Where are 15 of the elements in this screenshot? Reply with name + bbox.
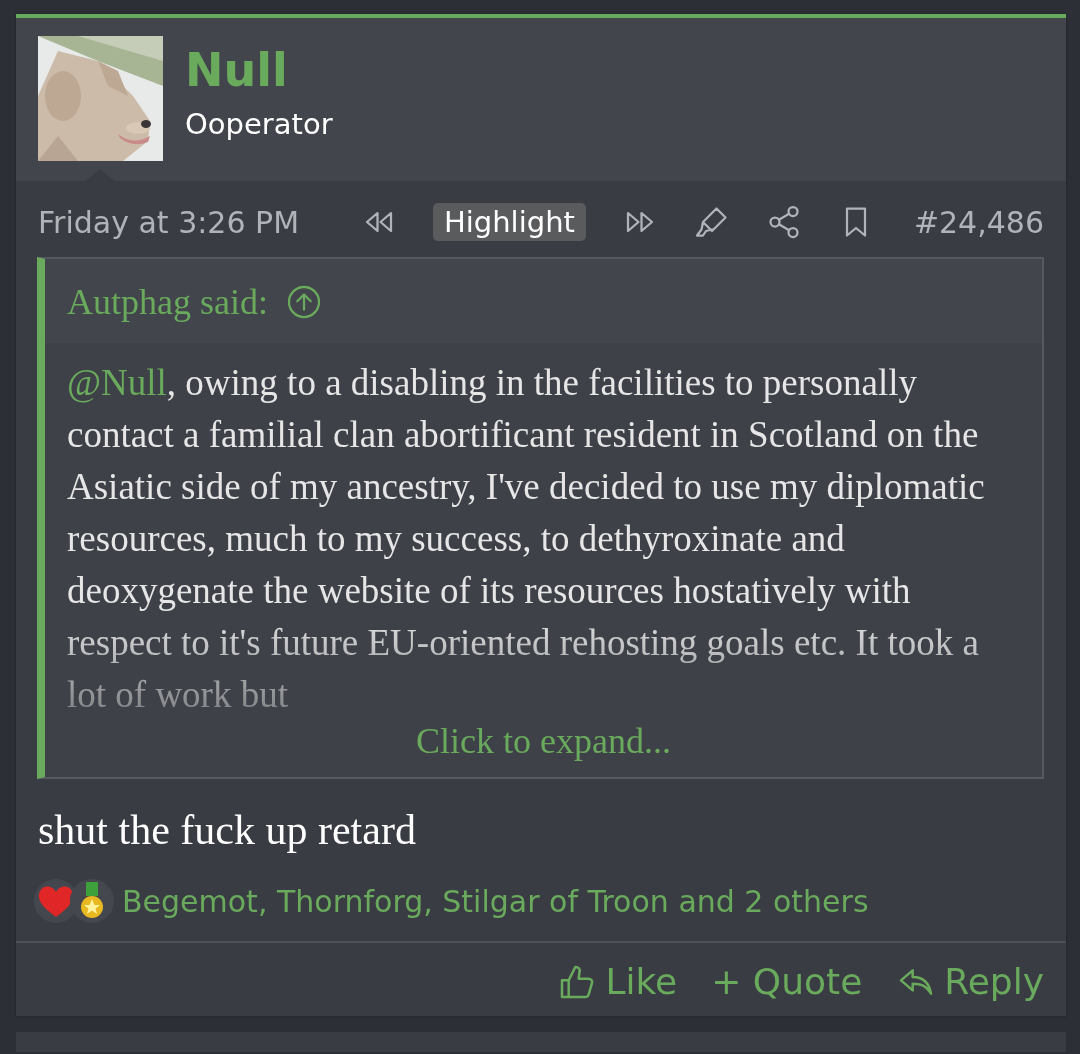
author-name[interactable]: Null	[185, 42, 333, 98]
quote-text: @Null, owing to a disabling in the facilities to personally contact a familial clan abortificant resident in Scotland on the Asiatic side of my ancestry, I've decided to use my diplomatic resources, much to my success, to dethyroxinate and deoxygenate the website of its resources hostatively with respect to it's future EU-oriented rehosting goals etc. It took a lot of work but	[67, 361, 986, 717]
quote-button[interactable]: + Quote	[711, 961, 863, 1002]
marker-icon[interactable]	[693, 204, 730, 240]
quote-attribution[interactable]: Autphag said:	[67, 281, 268, 323]
reaction-list[interactable]: Begemot, Thornforg, Stilgar of Troon and 2 others	[122, 883, 869, 919]
post-number[interactable]: #24,486	[913, 204, 1044, 240]
mention-link[interactable]: @Null	[67, 362, 167, 403]
highlight-button[interactable]: Highlight	[432, 203, 586, 241]
reply-button[interactable]: Reply	[896, 961, 1044, 1002]
expand-link[interactable]: Click to expand...	[67, 721, 1020, 769]
like-button[interactable]: Like	[557, 961, 678, 1002]
author-title: Ooperator	[185, 106, 333, 143]
post-date[interactable]: Friday at 3:26 PM	[38, 204, 300, 240]
message-text: shut the fuck up retard	[37, 806, 417, 855]
